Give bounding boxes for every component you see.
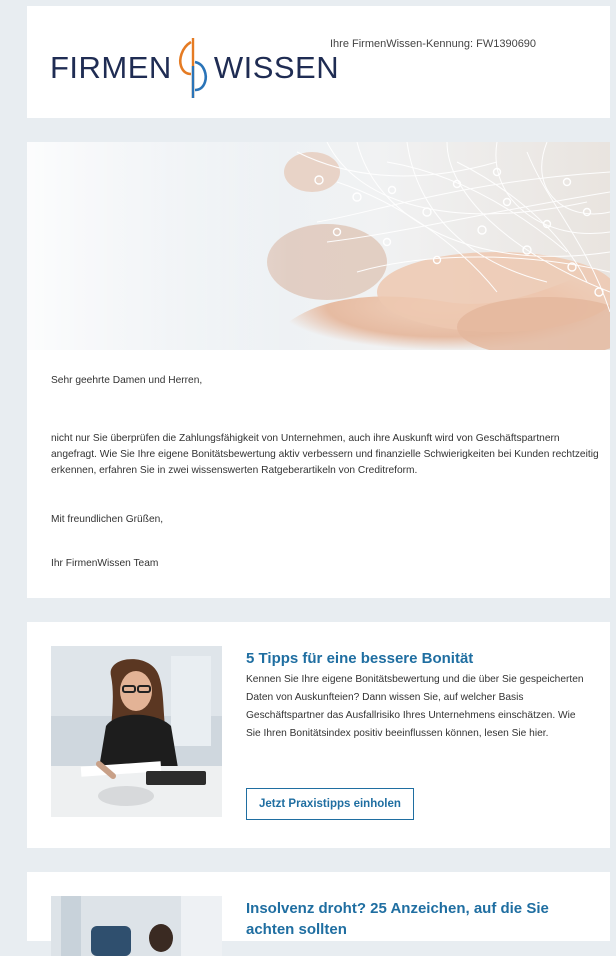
logo-text-left: FIRMEN: [50, 50, 172, 85]
intro-paragraph: nicht nur Sie überprüfen die Zahlungsfäh…: [51, 433, 599, 476]
article-card: Insolvenz droht? 25 Anzeichen, auf die S…: [27, 872, 610, 956]
account-id-text: Ihre FirmenWissen-Kennung: FW1390690: [330, 38, 537, 50]
firmenwissen-logo[interactable]: FIRMEN WISSEN: [50, 33, 339, 103]
signature-text: Ihr FirmenWissen Team: [51, 558, 159, 569]
article-title[interactable]: 5 Tipps für eine bessere Bonität: [246, 648, 473, 669]
firmenwissen-logo-mark-icon: [178, 38, 207, 98]
logo-text-right: WISSEN: [213, 50, 340, 85]
email-header: FIRMEN WISSEN Ihre FirmenWissen-Kennung:…: [27, 6, 610, 118]
article-image[interactable]: [51, 896, 222, 956]
praxistipps-button[interactable]: Jetzt Praxistipps einholen: [246, 788, 414, 820]
article-card: 5 Tipps für eine bessere Bonität Kennen …: [27, 622, 610, 848]
network-hand-illustration: [27, 142, 610, 350]
article-image[interactable]: [51, 646, 222, 817]
greeting-text: Sehr geehrte Damen und Herren,: [51, 375, 203, 386]
office-person-photo: [51, 896, 222, 956]
article-description: Kennen Sie Ihre eigene Bonitätsbewertung…: [246, 674, 584, 739]
email-body: Sehr geehrte Damen und Herren, nicht nur…: [27, 350, 610, 598]
article-title[interactable]: Insolvenz droht? 25 Anzeichen, auf die S…: [246, 898, 596, 940]
woman-at-desk-photo: [51, 646, 222, 817]
hero-image: [27, 142, 610, 350]
closing-text: Mit freundlichen Grüßen,: [51, 514, 164, 525]
